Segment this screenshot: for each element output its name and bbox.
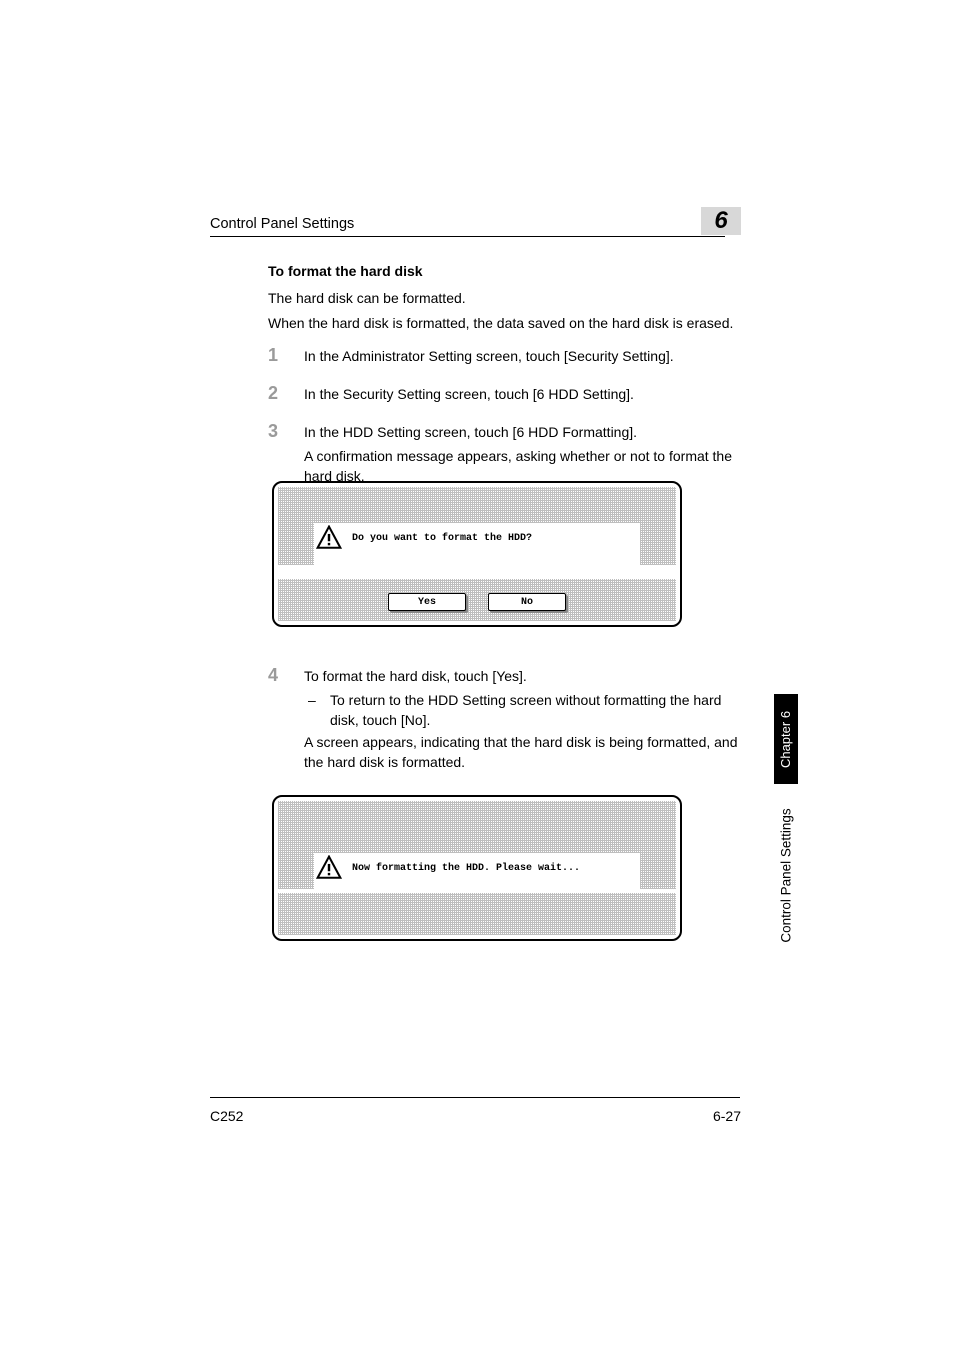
yes-button[interactable]: Yes: [388, 593, 466, 611]
step-3: 3 In the HDD Setting screen, touch [6 HD…: [268, 422, 742, 490]
step-note: A confirmation message appears, asking w…: [304, 446, 742, 486]
intro-paragraph-1: The hard disk can be formatted.: [268, 290, 466, 306]
step-number: 4: [268, 666, 304, 776]
step-1: 1 In the Administrator Setting screen, t…: [268, 346, 742, 370]
footer-page-number: 6-27: [713, 1108, 741, 1124]
running-header: Control Panel Settings: [210, 216, 740, 232]
progress-message: Now formatting the HDD. Please wait...: [352, 863, 580, 874]
step-after-text: A screen appears, indicating that the ha…: [304, 732, 742, 772]
confirm-message: Do you want to format the HDD?: [352, 533, 532, 544]
step-text: In the HDD Setting screen, touch [6 HDD …: [304, 422, 742, 442]
chapter-number-box: 6: [701, 207, 741, 235]
section-side-tab-label: Control Panel Settings: [779, 808, 794, 942]
step-2: 2 In the Security Setting screen, touch …: [268, 384, 742, 408]
warning-icon: [316, 525, 342, 551]
intro-paragraph-2: When the hard disk is formatted, the dat…: [268, 315, 733, 331]
confirm-dialog-screenshot: Do you want to format the HDD? Yes No: [272, 481, 682, 627]
chapter-side-tab: Chapter 6: [774, 694, 798, 784]
warning-icon: [316, 855, 342, 881]
sub-bullet-dash: –: [304, 690, 330, 730]
footer-rule: [210, 1097, 740, 1098]
footer-model: C252: [210, 1108, 243, 1124]
step-number: 3: [268, 422, 304, 490]
header-rule: [210, 236, 725, 237]
chapter-side-tab-label: Chapter 6: [779, 710, 794, 767]
step-number: 2: [268, 384, 304, 408]
step-text: In the Security Setting screen, touch [6…: [304, 384, 742, 404]
step-text: In the Administrator Setting screen, tou…: [304, 346, 742, 366]
sub-bullet-text: To return to the HDD Setting screen with…: [330, 690, 742, 730]
progress-dialog-screenshot: Now formatting the HDD. Please wait...: [272, 795, 682, 941]
step-text: To format the hard disk, touch [Yes].: [304, 666, 742, 686]
section-side-tab: Control Panel Settings: [774, 790, 798, 960]
step-number: 1: [268, 346, 304, 370]
section-heading: To format the hard disk: [268, 263, 423, 279]
no-button[interactable]: No: [488, 593, 566, 611]
step-4: 4 To format the hard disk, touch [Yes]. …: [268, 666, 742, 776]
chapter-number: 6: [714, 207, 727, 235]
